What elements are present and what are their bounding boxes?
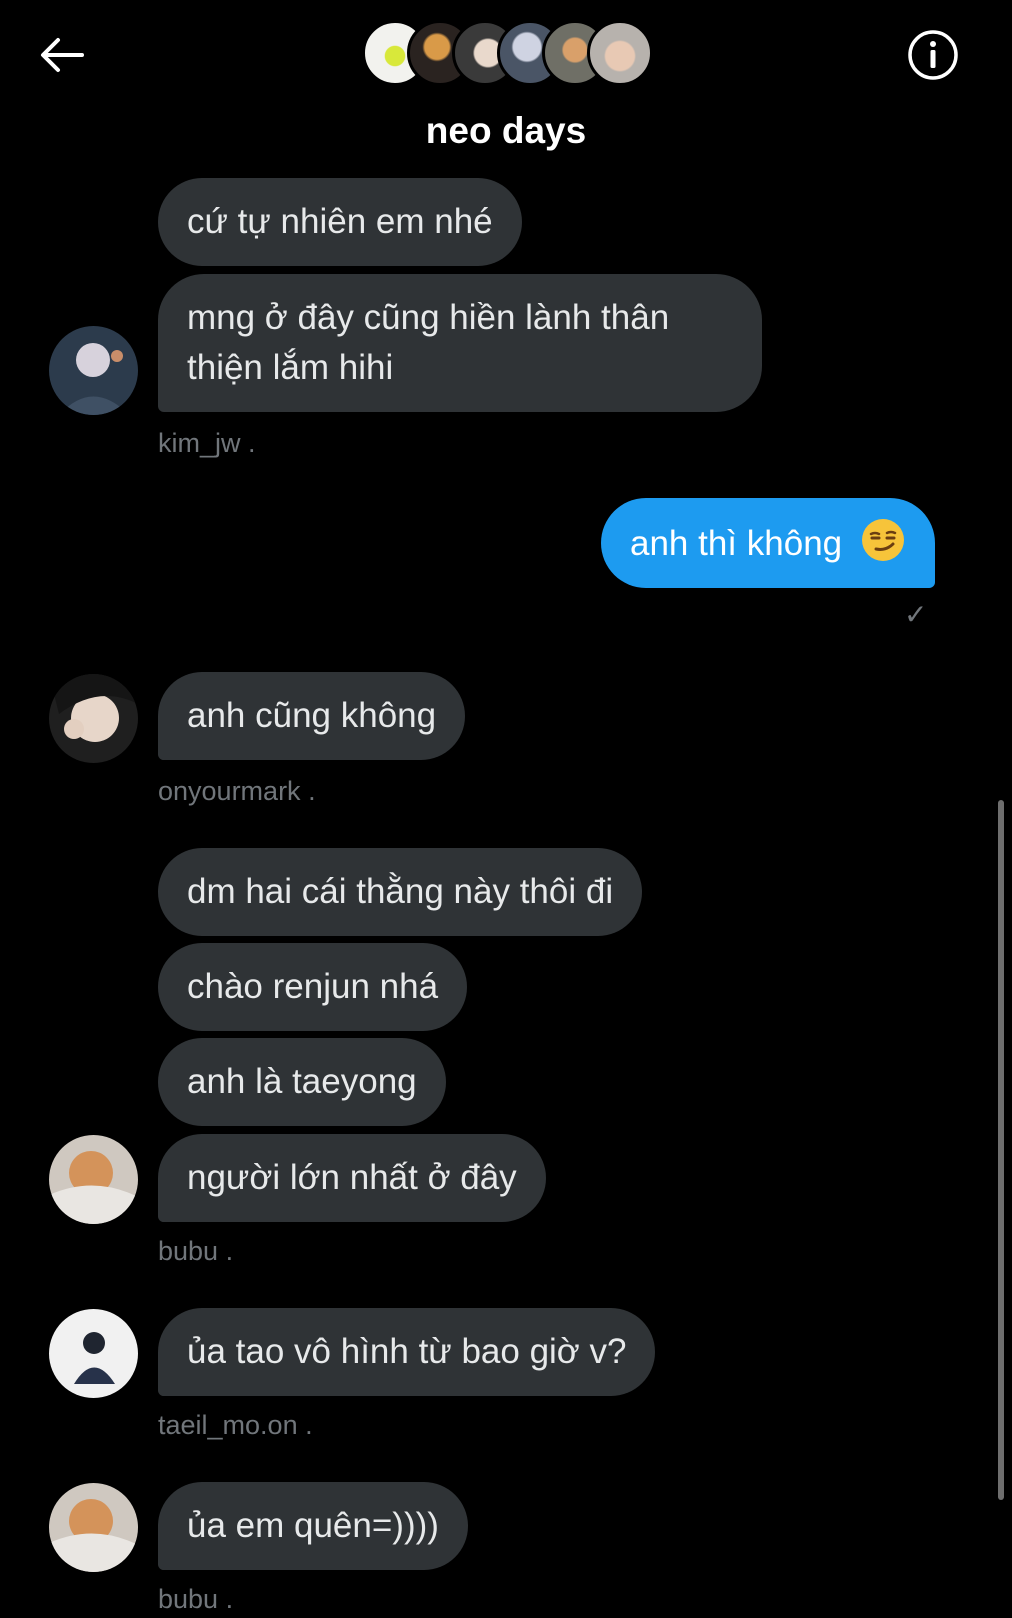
sender-name: kim_jw — [158, 428, 241, 458]
incoming-message-bubble[interactable]: anh cũng không — [158, 672, 466, 760]
meta-separator: . — [305, 1410, 313, 1440]
conversation-title[interactable]: neo days — [0, 110, 1012, 152]
outgoing-message-bubble[interactable]: anh thì không — [601, 498, 935, 588]
info-icon — [908, 30, 958, 80]
message-meta: bubu . — [158, 1236, 233, 1267]
sender-name: bubu — [158, 1236, 219, 1266]
sender-name: bubu — [158, 1584, 219, 1614]
message-meta: kim_jw . — [158, 428, 256, 459]
message-text: ủa em quên=)))) — [187, 1506, 439, 1545]
message-text: anh là taeyong — [187, 1062, 417, 1101]
incoming-message-bubble[interactable]: cứ tự nhiên em nhé — [158, 178, 522, 266]
message-text: anh cũng không — [187, 696, 437, 735]
avatar-photo — [49, 1483, 138, 1572]
chat-header: neo days — [0, 0, 1012, 180]
avatar-photo — [49, 326, 138, 415]
avatar-photo — [49, 1135, 138, 1224]
participant-avatars[interactable] — [362, 20, 653, 88]
sender-avatar[interactable] — [49, 326, 138, 415]
read-receipt: ✓ — [904, 598, 927, 631]
message-text: anh thì không — [630, 524, 843, 563]
sender-avatar[interactable] — [49, 1309, 138, 1398]
sender-avatar[interactable] — [49, 674, 138, 763]
message-meta: bubu . — [158, 1584, 233, 1615]
message-text: mng ở đây cũng hiền lành thân thiện lắm … — [187, 298, 670, 387]
sender-name: onyourmark — [158, 776, 301, 806]
arrow-left-icon — [41, 38, 84, 72]
avatar-photo — [49, 1309, 138, 1398]
incoming-message-bubble[interactable]: anh là taeyong — [158, 1038, 446, 1126]
scrollbar[interactable] — [998, 800, 1004, 1500]
message-text: cứ tự nhiên em nhé — [187, 202, 493, 241]
smirking-face-icon — [861, 519, 904, 561]
message-text: dm hai cái thằng này thôi đi — [187, 872, 614, 911]
incoming-message-bubble[interactable]: mng ở đây cũng hiền lành thân thiện lắm … — [158, 274, 762, 412]
avatar-photo — [49, 674, 138, 763]
conversation-info-button[interactable] — [906, 28, 960, 82]
sender-avatar[interactable] — [49, 1483, 138, 1572]
message-text: người lớn nhất ở đây — [187, 1158, 517, 1197]
incoming-message-bubble[interactable]: dm hai cái thằng này thôi đi — [158, 848, 643, 936]
incoming-message-bubble[interactable]: chào renjun nhá — [158, 943, 468, 1031]
checkmark-icon: ✓ — [904, 599, 928, 630]
message-meta: taeil_mo.on . — [158, 1410, 313, 1441]
meta-separator: . — [248, 428, 256, 458]
message-meta: onyourmark . — [158, 776, 316, 807]
back-button[interactable] — [34, 30, 90, 80]
meta-separator: . — [225, 1584, 234, 1614]
meta-separator: . — [225, 1236, 234, 1266]
participant-avatar — [587, 20, 653, 86]
message-text: ủa tao vô hình từ bao giờ v? — [187, 1332, 627, 1371]
incoming-message-bubble[interactable]: ủa em quên=)))) — [158, 1482, 468, 1570]
meta-separator: . — [308, 776, 316, 806]
incoming-message-bubble[interactable]: người lớn nhất ở đây — [158, 1134, 546, 1222]
sender-avatar[interactable] — [49, 1135, 138, 1224]
message-text: chào renjun nhá — [187, 967, 439, 1006]
incoming-message-bubble[interactable]: ủa tao vô hình từ bao giờ v? — [158, 1308, 656, 1396]
sender-name: taeil_mo.on — [158, 1410, 298, 1440]
